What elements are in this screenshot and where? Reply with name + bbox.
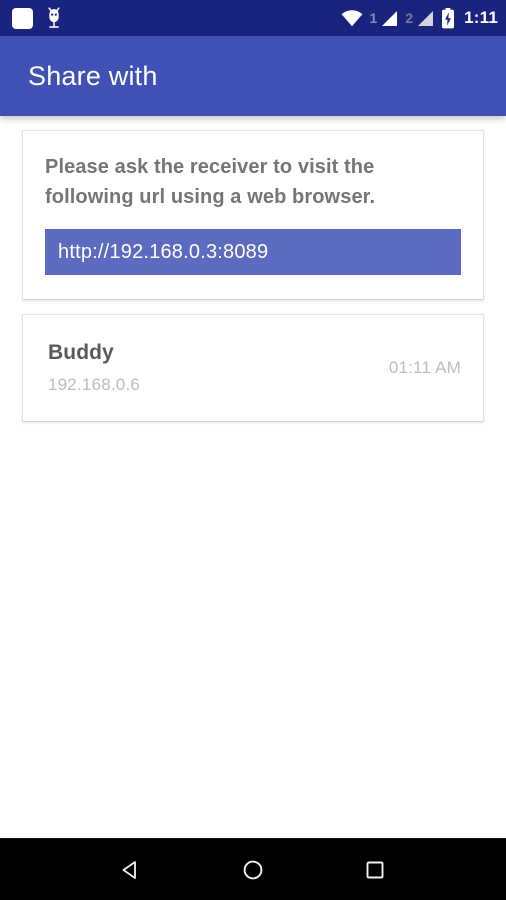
android-bug-icon [48, 7, 60, 28]
peer-ip-address: 192.168.0.6 [48, 375, 141, 395]
status-bar-left [12, 7, 63, 29]
cellular-signal-icon [418, 10, 434, 26]
nav-recents-button[interactable] [352, 847, 398, 893]
peer-timestamp: 01:11 AM [388, 358, 461, 378]
sim1-label: 1 [369, 9, 378, 26]
url-card: Please ask the receiver to visit the fol… [22, 130, 484, 301]
android-navigation-bar [0, 838, 506, 900]
battery-charging-icon [442, 7, 455, 28]
nav-back-button[interactable] [108, 847, 154, 893]
sim2-label: 2 [405, 9, 414, 26]
home-icon [243, 860, 263, 879]
peer-list-item[interactable]: Buddy 192.168.0.6 01:11 AM [22, 314, 484, 423]
wifi-icon [341, 9, 362, 26]
notification-square-icon [12, 7, 33, 29]
status-bar-clock: 1:11 [464, 8, 498, 27]
sim1-signal-group: 1 [370, 10, 399, 27]
recents-icon [366, 861, 384, 878]
sim2-signal-group: 2 [405, 10, 434, 27]
peer-name: Buddy [48, 341, 114, 365]
cellular-signal-icon [382, 10, 398, 26]
status-bar[interactable]: 1 2 1:11 [0, 0, 506, 36]
share-url-chip[interactable]: http://192.168.0.3:8089 [45, 229, 461, 276]
back-icon [122, 860, 136, 879]
instruction-text: Please ask the receiver to visit the fol… [45, 156, 376, 208]
main-content: Please ask the receiver to visit the fol… [0, 116, 506, 838]
status-bar-right: 1 2 1:11 [341, 7, 498, 29]
card-divider-gap [22, 300, 484, 314]
peer-info: Buddy 192.168.0.6 [48, 341, 389, 395]
app-bar: Share with [0, 36, 506, 116]
page-title: Share with [28, 60, 158, 91]
nav-home-button[interactable] [230, 847, 276, 893]
